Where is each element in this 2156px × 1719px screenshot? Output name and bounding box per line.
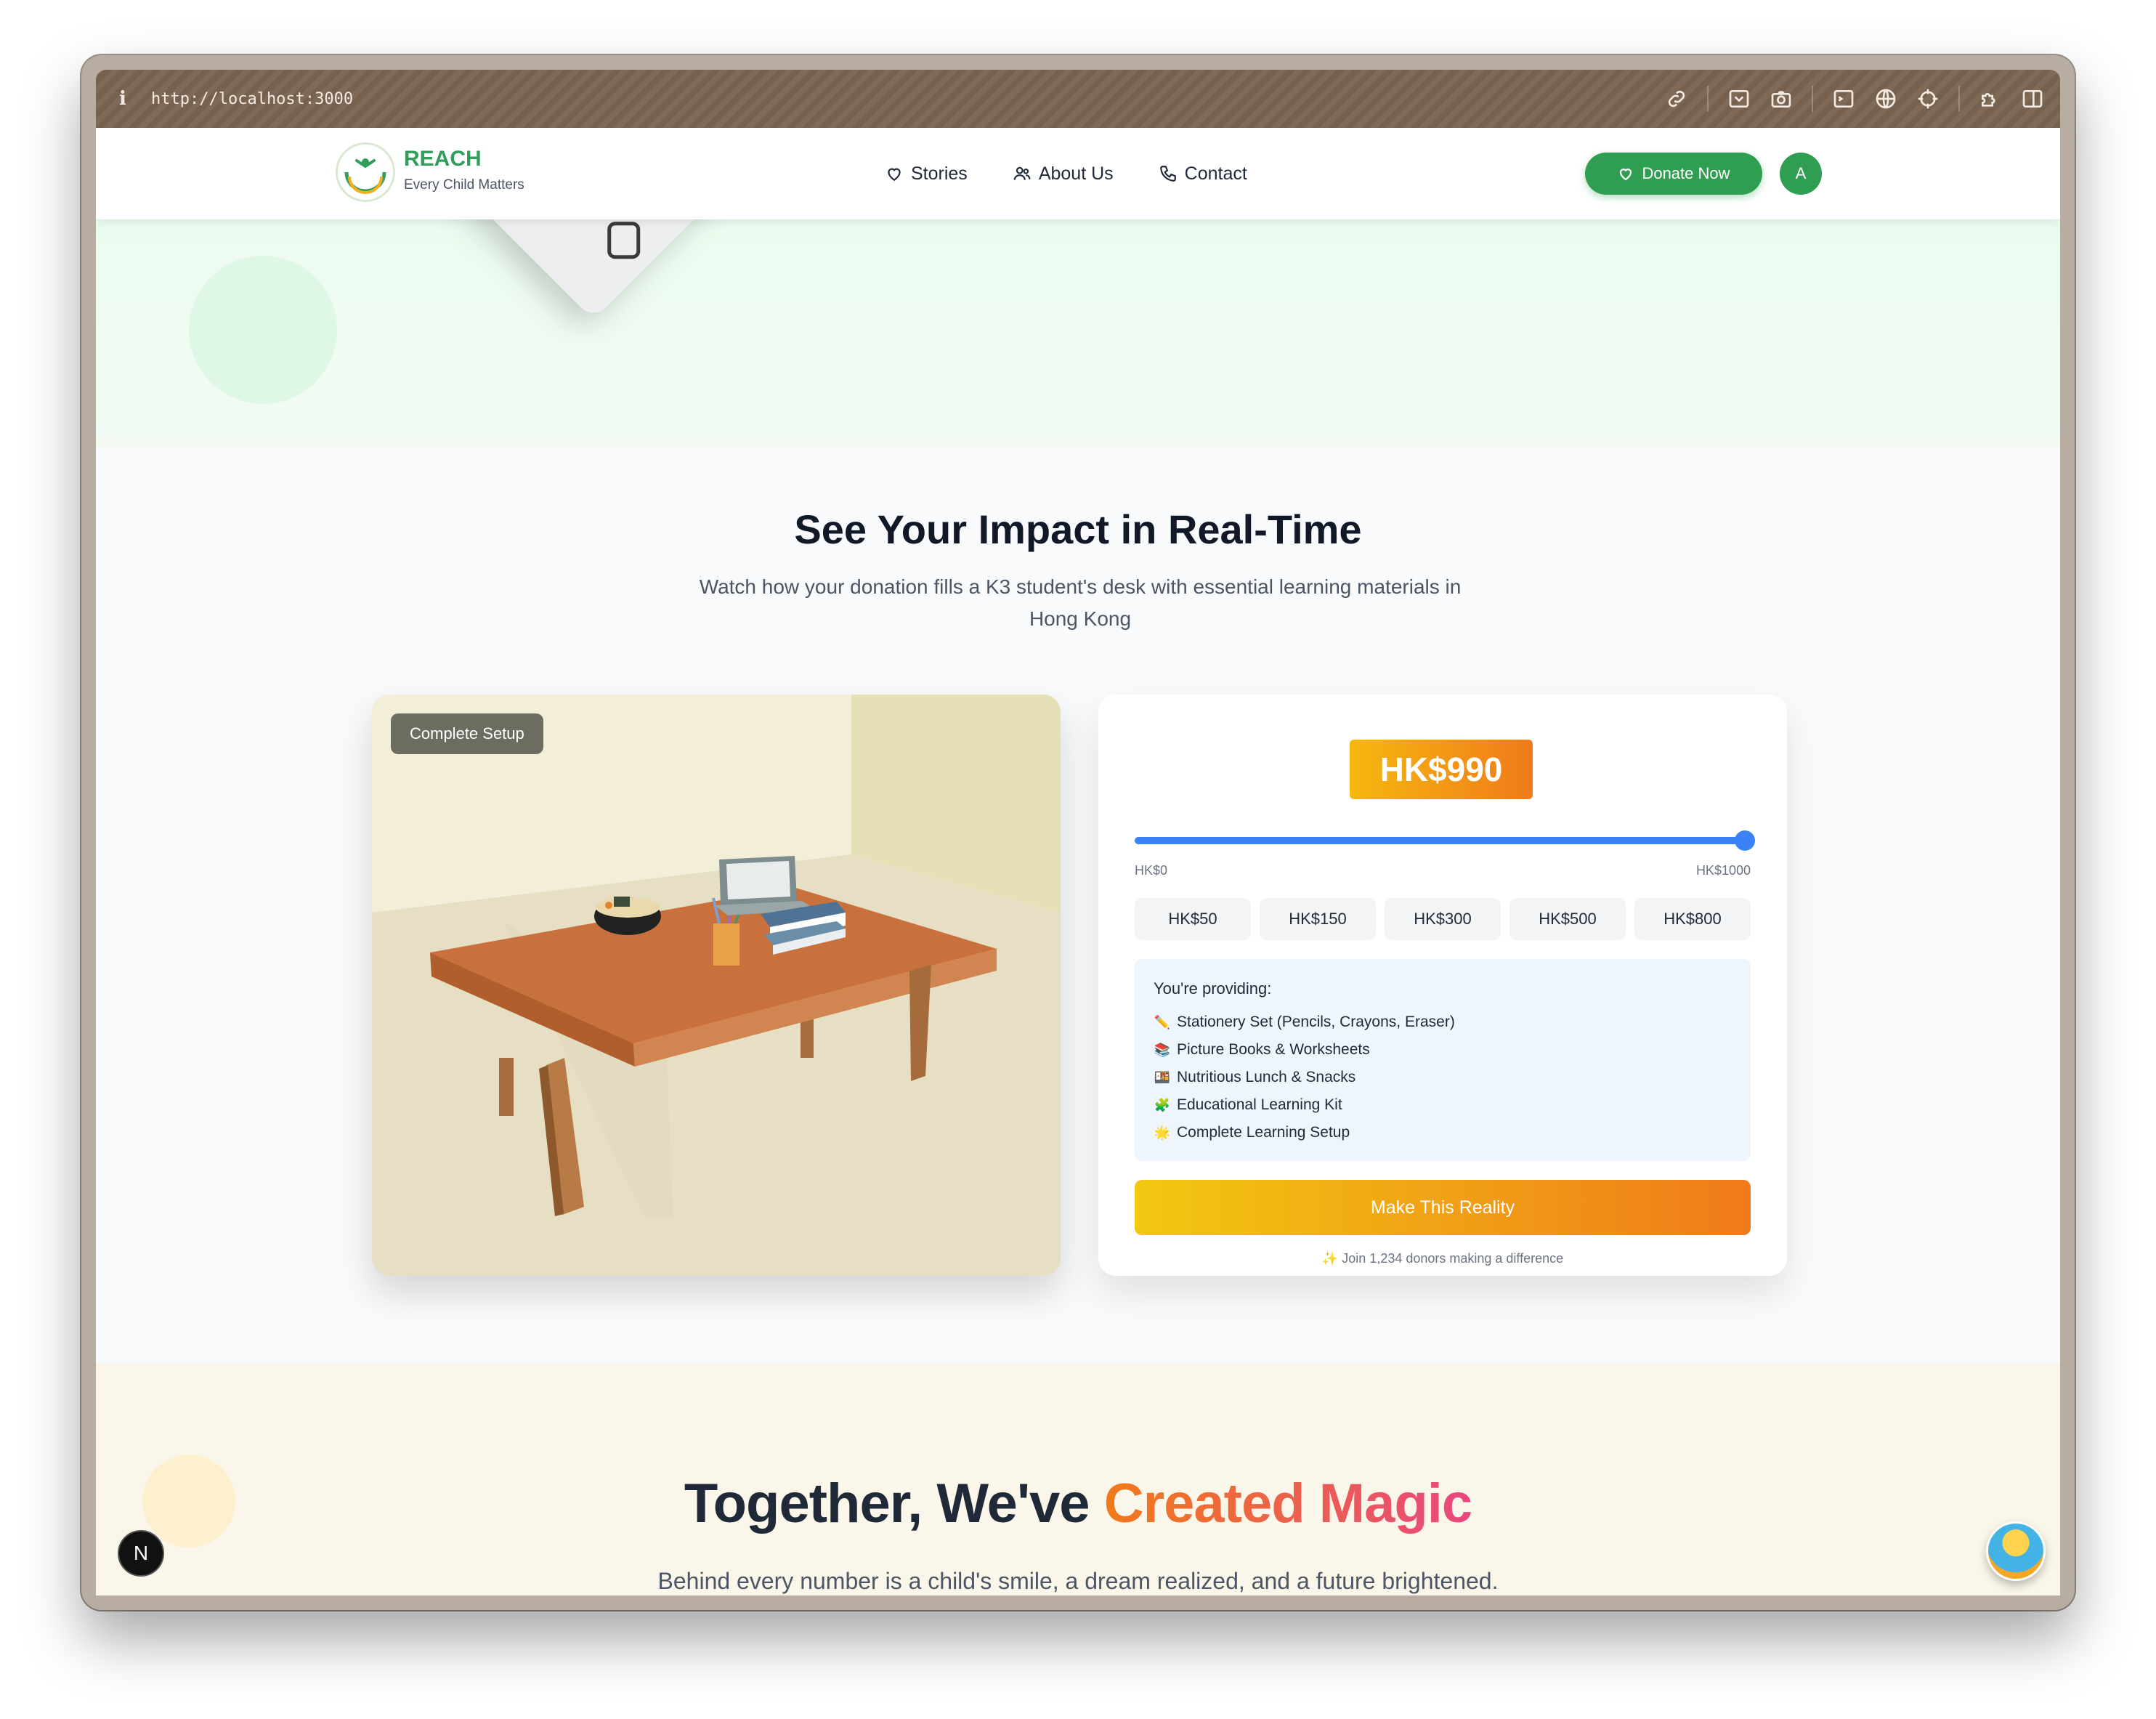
heart-icon	[888, 168, 901, 181]
donor-count-label: Join 1,234 donors making a difference	[1342, 1251, 1564, 1266]
list-item-text: Complete Learning Setup	[1177, 1124, 1350, 1141]
donation-amount: HK$990	[1350, 740, 1533, 799]
puzzle-icon: 🧩	[1154, 1098, 1171, 1112]
reach-logo[interactable]	[336, 142, 395, 202]
toolbar-icons	[1665, 70, 2044, 128]
scene-status-badge: Complete Setup	[391, 713, 543, 754]
donation-slider[interactable]	[1135, 830, 1755, 851]
slider-thumb[interactable]	[1734, 830, 1755, 851]
users-icon	[1013, 166, 1031, 180]
list-item-text: Educational Learning Kit	[1177, 1096, 1342, 1113]
toolbar-divider	[1812, 86, 1813, 112]
list-item: 🌟 Complete Learning Setup	[1154, 1119, 1732, 1146]
providing-title: You're providing:	[1154, 979, 1272, 998]
stats-title-plain: Together, We've	[684, 1473, 1104, 1534]
nav-link-about-us[interactable]: About Us	[1013, 163, 1114, 185]
nav-links: Stories About Us Contact	[885, 128, 1247, 219]
toolbar-divider	[1958, 86, 1960, 112]
hero-section	[96, 128, 2060, 448]
chat-assistant-icon[interactable]	[1986, 1521, 2046, 1581]
crosshair-icon[interactable]	[1916, 87, 1940, 110]
donate-now-button[interactable]: Donate Now	[1585, 153, 1762, 195]
desk-3d-scene[interactable]: Complete Setup	[372, 695, 1061, 1276]
browser-toolbar: i http://localhost:3000	[96, 70, 2060, 128]
slider-max-label: HK$1000	[1695, 863, 1751, 878]
make-this-reality-button[interactable]: Make This Reality	[1135, 1180, 1751, 1235]
split-view-icon[interactable]	[2021, 87, 2044, 110]
donor-count-text: ✨ Join 1,234 donors making a difference	[1098, 1251, 1787, 1266]
link-icon[interactable]	[1665, 87, 1688, 110]
globe-icon[interactable]	[1874, 87, 1897, 110]
list-item-text: Picture Books & Worksheets	[1177, 1041, 1370, 1058]
impact-title: See Your Impact in Real-Time	[794, 506, 1362, 552]
nav-link-label: Stories	[911, 163, 968, 184]
top-navigation: REACH Every Child Matters Stories About …	[96, 128, 2060, 219]
impact-stats-section: Together, We've Created Magic Behind eve…	[96, 1363, 2060, 1595]
list-item: ✏️ Stationery Set (Pencils, Crayons, Eras…	[1154, 1008, 1732, 1036]
preset-button-800[interactable]: HK$800	[1634, 898, 1751, 940]
list-item: 🍱 Nutritious Lunch & Snacks	[1154, 1064, 1732, 1091]
preset-button-300[interactable]: HK$300	[1385, 898, 1501, 940]
donation-panel: HK$990 HK$0 HK$1000 HK$50 HK$150 HK$300 …	[1098, 695, 1787, 1276]
phone-icon	[1159, 166, 1176, 182]
books-icon: 📚	[1154, 1043, 1171, 1057]
nav-link-label: About Us	[1038, 163, 1114, 184]
impact-subtitle: Watch how your donation fills a K3 stude…	[699, 575, 1462, 630]
slider-fill	[1135, 837, 1745, 844]
pencil-icon: ✏️	[1154, 1015, 1171, 1030]
extension-icon[interactable]	[1979, 87, 2002, 110]
preset-button-150[interactable]: HK$150	[1260, 898, 1376, 940]
terminal-icon[interactable]	[1832, 87, 1855, 110]
providing-summary: You're providing: ✏️ Stationery Set (Penc…	[1135, 959, 1751, 1161]
preset-button-500[interactable]: HK$500	[1509, 898, 1626, 940]
list-item-text: Stationery Set (Pencils, Crayons, Eraser…	[1177, 1014, 1455, 1030]
donate-now-label: Donate Now	[1642, 164, 1730, 182]
list-item-text: Nutritious Lunch & Snacks	[1177, 1069, 1356, 1085]
webpage: REACH Every Child Matters Stories About …	[96, 128, 2060, 1595]
brand-name[interactable]: REACH	[404, 147, 482, 171]
star-icon: 🌟	[1154, 1125, 1171, 1140]
camera-icon[interactable]	[1770, 87, 1793, 110]
preset-button-50[interactable]: HK$50	[1135, 898, 1251, 940]
list-item: 📚 Picture Books & Worksheets	[1154, 1036, 1732, 1064]
nextjs-dev-badge[interactable]: N	[118, 1530, 164, 1577]
toolbar-divider	[1707, 86, 1709, 112]
lunchbox-icon: 🍱	[1154, 1070, 1171, 1085]
list-item: 🧩 Educational Learning Kit	[1154, 1091, 1732, 1119]
address-bar[interactable]: http://localhost:3000	[151, 90, 353, 108]
screenshot-icon[interactable]	[1727, 87, 1751, 110]
nav-link-contact[interactable]: Contact	[1159, 163, 1247, 185]
browser-window: i http://localhost:3000 REACH Every Chil…	[81, 55, 2075, 1610]
user-avatar[interactable]: A	[1780, 153, 1822, 195]
brand-tagline: Every Child Matters	[404, 177, 524, 193]
stats-title: Together, We've Created Magic	[96, 1472, 2060, 1535]
stats-subtitle: Behind every number is a child's smile, …	[657, 1568, 1499, 1594]
info-icon[interactable]: i	[119, 88, 137, 110]
sparkles-icon: ✨	[1321, 1251, 1339, 1266]
decorative-circle	[189, 256, 337, 404]
stats-title-accent: Created Magic	[1103, 1473, 1472, 1534]
heart-icon	[1620, 169, 1632, 181]
preset-amounts: HK$50 HK$150 HK$300 HK$500 HK$800	[1135, 898, 1751, 940]
desk-illustration	[372, 695, 1061, 1276]
slider-min-label: HK$0	[1135, 863, 1168, 878]
nav-link-label: Contact	[1184, 163, 1247, 184]
nav-link-stories[interactable]: Stories	[885, 163, 968, 185]
